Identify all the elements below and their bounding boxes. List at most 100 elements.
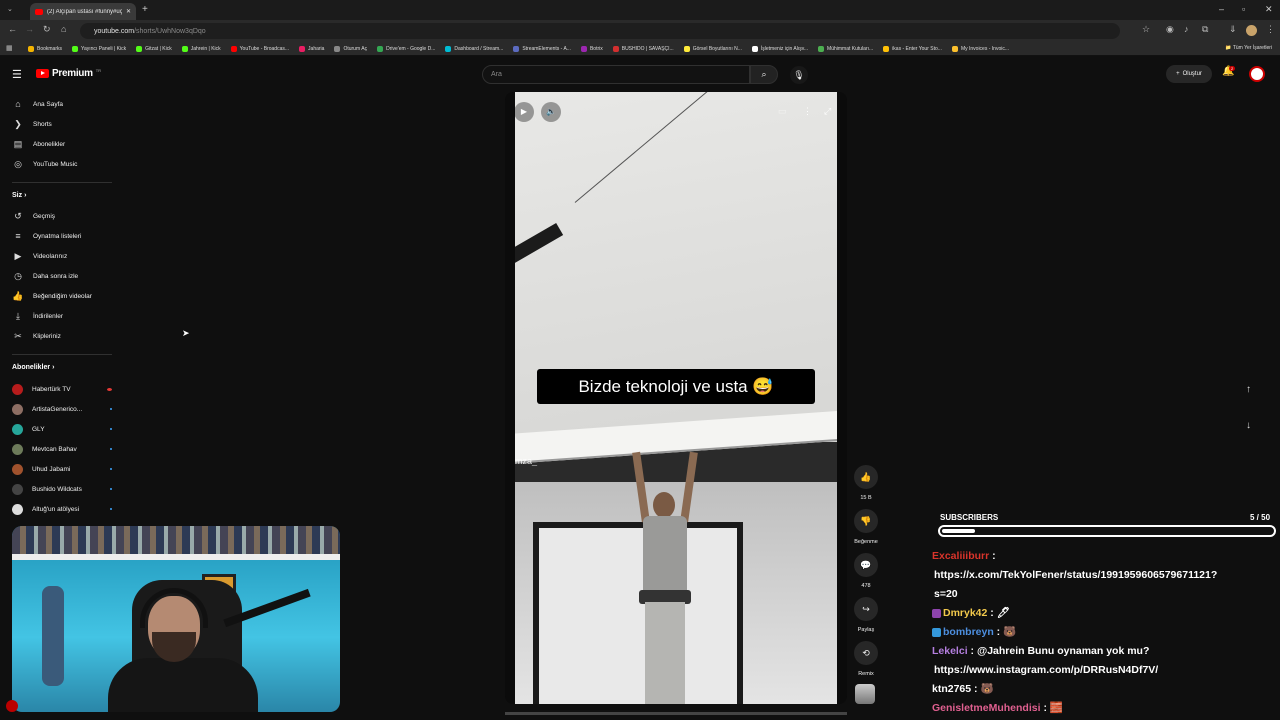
dislike-button[interactable]: 👎 Beğenme [851,509,881,545]
video-progress-bar[interactable] [505,712,847,715]
extensions-puzzle-icon[interactable]: ⧉ [1202,24,1208,35]
new-tab-icon[interactable]: + [142,4,148,15]
play-icon[interactable]: ▶ [514,102,534,122]
channel-avatar [12,443,23,455]
sidebar-item-daha-sonra-izle[interactable]: ◷ Daha sonra izle [12,268,112,284]
back-icon[interactable]: ← [8,24,17,34]
sidebar-item-abonelikler[interactable]: ▤ Abonelikler [12,136,112,152]
bookmark-item[interactable]: Botrix [580,45,603,52]
sidebar-item-videolar-n-z[interactable]: ▶ Videolarınız [12,248,112,264]
bookmark-label: Dashboard / Stream... [454,45,504,52]
bookmark-item[interactable]: ikas - Enter Your Sto... [883,45,942,52]
subscription-channel[interactable]: Uhud Jabami [12,461,112,477]
create-button[interactable]: + Oluştur [1166,65,1212,83]
bookmark-item[interactable]: Bookmarks [28,45,62,52]
close-window-icon[interactable]: ✕ [1265,4,1273,15]
sidebar-subscriptions-heading[interactable]: Abonelikler › [12,364,54,371]
bookmark-item[interactable]: StreamElements - A... [513,45,571,52]
video-door-frame [533,522,743,704]
chat-message: Excaliiiburr : [932,548,996,565]
sidebar-item-label: Abonelikler [33,140,66,148]
bookmark-label: Mühimmat Kutuları... [827,45,874,52]
minimize-icon[interactable]: – [1219,4,1224,14]
downloads-icon[interactable]: ⇓ [1229,24,1237,35]
menu-kebab-icon[interactable]: ⋮ [1266,24,1275,35]
account-avatar[interactable] [1249,66,1265,82]
channel-name: Bushido Wildcats [32,485,82,493]
fullscreen-icon[interactable]: ⤢ [824,106,831,117]
like-button[interactable]: 👍 15 B [851,465,881,501]
bookmark-item[interactable]: Dashboard / Stream... [445,45,504,52]
search-input[interactable]: Ara [482,65,750,84]
hamburger-menu-icon[interactable]: ☰ [12,68,22,81]
subscription-channel[interactable]: Bushido Wildcats [12,481,112,497]
sidebar-item-oynatma-listeleri[interactable]: ≡ Oynatma listeleri [12,228,112,244]
search-button[interactable]: ⌕ [750,65,778,84]
chat-username: Lekelci [932,645,968,657]
sidebar-item-ge-mi-[interactable]: ↺ Geçmiş [12,208,112,224]
sidebar-item-i-ndirilenler[interactable]: ⤓ İndirilenler [12,308,112,324]
bookmark-item[interactable]: Oturum Aç [334,45,367,52]
sidebar-item-label: Videolarınız [33,252,68,260]
comment-count: 478 [861,583,871,589]
bookmark-item[interactable]: My Invoices - Invoic... [951,45,1009,52]
bookmark-label: YouTube - Broadcas... [239,45,290,52]
bookmark-item[interactable]: Jaharia [299,45,324,52]
bookmark-item[interactable]: Gitzat | Kick [136,45,172,52]
share-button[interactable]: ↪ Paylaş [851,597,881,633]
bookmark-item[interactable]: Mühimmat Kutuları... [818,45,874,52]
bookmark-item[interactable]: Jahrein | Kick [181,45,221,52]
sidebar-item-youtube-music[interactable]: ◎ YouTube Music [12,156,112,172]
bookmark-item[interactable]: BUSHIDO | SAVAŞÇI... [612,45,674,52]
bookmark-item[interactable]: YouTube - Broadcas... [230,45,290,52]
all-bookmarks[interactable]: 📁 Tüm Yer İşaretleri [1225,45,1272,51]
more-options-icon[interactable]: ⋮ [803,106,812,117]
volume-icon[interactable]: 🔈 [541,102,561,122]
subscription-channel[interactable]: ArtistaGenerico... [12,401,112,417]
sidebar-item-be-endi-im-videolar[interactable]: 👍 Beğendiğim videolar [12,288,112,304]
close-tab-icon[interactable]: ✕ [126,8,131,15]
home-browser-icon[interactable]: ⌂ [61,24,66,34]
download-icon: ⤓ [16,310,20,321]
subscription-channel[interactable]: Altuğ'un atölyesi [12,501,112,517]
subscription-channel[interactable]: GLY [12,421,112,437]
browser-tab[interactable]: (2) Alçıpan ustası #funny#uçak ✕ [30,3,136,20]
apps-grid-icon[interactable]: ▦ [6,44,13,52]
bookmark-item[interactable]: İşletmeniz için Alışv... [751,45,808,52]
extension-icon[interactable]: ♪ [1184,24,1189,34]
bookmark-item[interactable]: Görsel Boyutlarını N... [683,45,742,52]
forward-icon[interactable]: → [25,24,34,34]
bookmark-favicon-icon [230,45,237,52]
captions-icon[interactable]: ▭ [778,106,787,117]
address-bar[interactable]: youtube.com/shorts/UwhNow3qDqo [80,23,1120,39]
next-short-arrow-icon[interactable]: ↓ [1246,420,1251,431]
all-bookmarks-label: Tüm Yer İşaretleri [1232,45,1272,51]
sidebar-item-shorts[interactable]: ❯ Shorts [12,116,112,132]
create-label: Oluştur [1182,71,1202,77]
youtube-premium-logo[interactable]: Premium TR [36,68,101,79]
bookmark-item[interactable]: Drive'em - Google D... [377,45,435,52]
bookmark-star-icon[interactable]: ☆ [1142,24,1150,35]
remix-button[interactable]: ⟲ Remix [851,641,881,677]
chat-separator: : [993,626,1004,638]
sidebar-item-label: Beğendiğim videolar [33,292,92,300]
sidebar-item-ana-sayfa[interactable]: ⌂ Ana Sayfa [12,96,112,112]
voice-search-mic-icon[interactable]: 🎙 [790,66,808,84]
bookmark-favicon-icon [612,45,619,52]
bookmark-label: StreamElements - A... [522,45,571,52]
sidebar-you-heading[interactable]: Siz › [12,192,26,199]
maximize-icon[interactable]: ▫ [1242,4,1245,14]
shorts-icon: ❯ [14,118,22,129]
previous-short-arrow-icon[interactable]: ↑ [1246,384,1251,395]
extension-icon[interactable]: ◉ [1166,24,1174,35]
reload-icon[interactable]: ↻ [43,24,51,35]
sound-thumbnail[interactable] [855,684,875,704]
bookmark-item[interactable]: Yayıncı Paneli | Kick [72,45,126,52]
profile-avatar[interactable] [1246,25,1257,36]
subscription-channel[interactable]: Habertürk TV [12,381,112,397]
comments-button[interactable]: 💬 478 [851,553,881,589]
music-icon: ◎ [14,158,22,169]
subscription-channel[interactable]: Mevtcan Bahav [12,441,112,457]
tab-search-icon[interactable]: ⌄ [7,5,13,13]
sidebar-item-klipleriniz[interactable]: ✂ Klipleriniz [12,328,112,344]
